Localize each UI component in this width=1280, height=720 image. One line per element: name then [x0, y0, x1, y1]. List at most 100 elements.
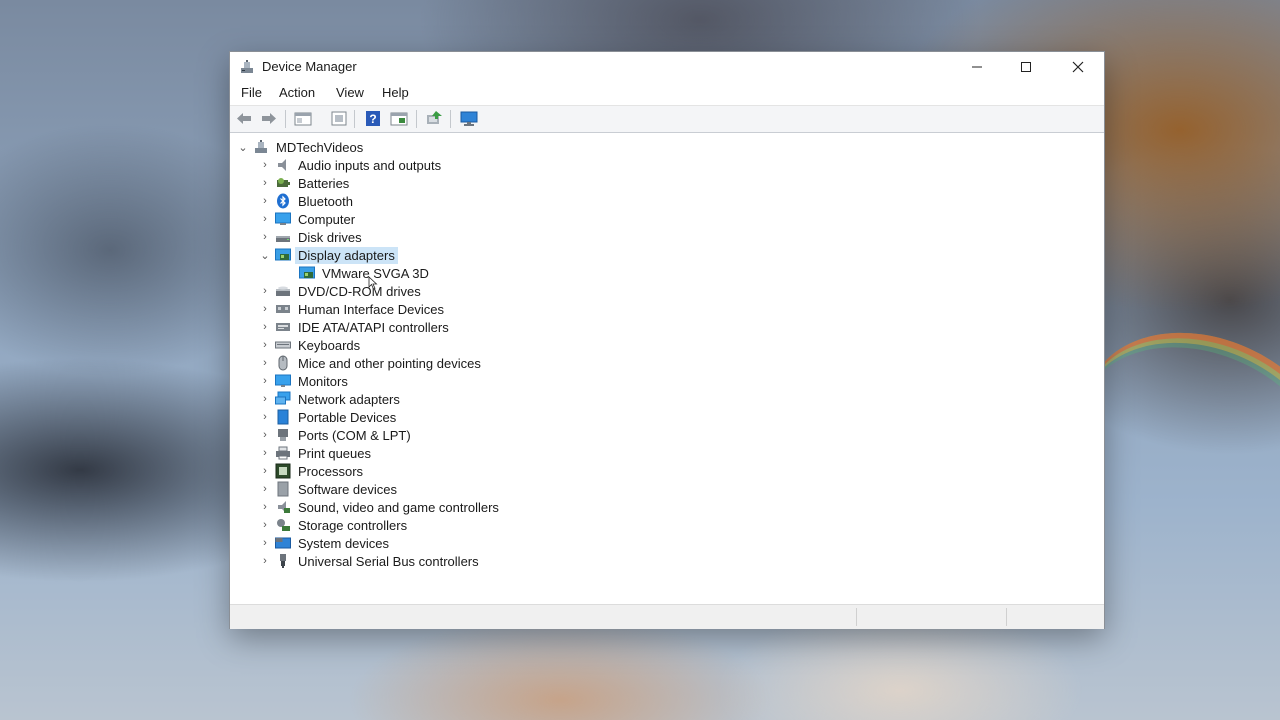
tree-item-label: Audio inputs and outputs	[298, 157, 442, 173]
tree-item-dvd[interactable]: › DVD/CD-ROM drives	[258, 282, 424, 300]
minimize-button[interactable]	[954, 52, 1000, 82]
monitor-scan-icon[interactable]	[460, 110, 478, 127]
chevron-right-icon[interactable]: ›	[258, 390, 272, 408]
chevron-right-icon[interactable]: ›	[258, 354, 272, 372]
mouse-cursor-icon	[368, 276, 378, 290]
keyboard-icon	[275, 341, 291, 349]
status-divider	[1006, 608, 1007, 626]
chevron-right-icon[interactable]: ›	[258, 210, 272, 228]
chevron-right-icon[interactable]: ›	[258, 444, 272, 462]
tree-item-label: Batteries	[298, 175, 350, 191]
properties-pane-icon[interactable]	[294, 110, 312, 127]
tree-root[interactable]: ⌄ MDTechVideos	[236, 138, 366, 156]
tree-item-batteries[interactable]: › Batteries	[258, 174, 352, 192]
tree-item-label: Portable Devices	[298, 409, 397, 425]
help-icon[interactable]: ?	[364, 110, 382, 127]
menu-help[interactable]: Help	[382, 85, 409, 100]
tree-item-audio[interactable]: › Audio inputs and outputs	[258, 156, 444, 174]
chevron-right-icon[interactable]: ›	[258, 192, 272, 210]
mouse-icon	[278, 355, 288, 371]
display-adapter-icon	[299, 266, 315, 279]
chevron-down-icon[interactable]: ⌄	[236, 138, 250, 156]
device-tree: ⌄ MDTechVideos › Audio inputs and output…	[232, 134, 1102, 604]
window-title: Device Manager	[262, 59, 357, 74]
close-icon	[1072, 61, 1084, 73]
tree-item-computer[interactable]: › Computer	[258, 210, 358, 228]
tree-item-storage[interactable]: › Storage controllers	[258, 516, 410, 534]
tree-item-label: Network adapters	[298, 391, 400, 407]
tree-item-label: Keyboards	[298, 337, 361, 353]
title-bar[interactable]: Device Manager	[230, 52, 1104, 82]
processor-icon	[275, 463, 291, 479]
menu-action[interactable]: Action	[279, 85, 315, 100]
toolbar-separator	[285, 110, 286, 128]
tree-item-hid[interactable]: › Human Interface Devices	[258, 300, 447, 318]
device-manager-icon	[241, 60, 253, 73]
tree-item-vmware-svga[interactable]: VMware SVGA 3D	[296, 264, 432, 282]
tree-item-label: Computer	[298, 211, 356, 227]
tree-item-print-queues[interactable]: › Print queues	[258, 444, 374, 462]
tree-item-sound[interactable]: › Sound, video and game controllers	[258, 498, 502, 516]
battery-icon	[277, 178, 290, 187]
chevron-right-icon[interactable]: ›	[258, 156, 272, 174]
chevron-right-icon[interactable]: ›	[258, 372, 272, 390]
chevron-right-icon[interactable]: ›	[258, 228, 272, 246]
chevron-right-icon[interactable]: ›	[258, 426, 272, 444]
tree-item-network[interactable]: › Network adapters	[258, 390, 403, 408]
tree-item-portable[interactable]: › Portable Devices	[258, 408, 399, 426]
tree-item-usb[interactable]: › Universal Serial Bus controllers	[258, 552, 482, 570]
chevron-down-icon[interactable]: ⌄	[258, 246, 272, 264]
tree-root-label: MDTechVideos	[276, 139, 364, 155]
tree-item-ports[interactable]: › Ports (COM & LPT)	[258, 426, 414, 444]
tree-item-keyboards[interactable]: › Keyboards	[258, 336, 363, 354]
close-button[interactable]	[1055, 52, 1101, 82]
speaker-icon	[278, 159, 286, 171]
tree-item-ide[interactable]: › IDE ATA/ATAPI controllers	[258, 318, 452, 336]
tree-item-bluetooth[interactable]: › Bluetooth	[258, 192, 356, 210]
menu-file[interactable]: File	[241, 85, 262, 100]
update-driver-icon[interactable]	[425, 110, 443, 127]
tree-item-system[interactable]: › System devices	[258, 534, 392, 552]
chevron-right-icon[interactable]: ›	[258, 498, 272, 516]
toolbar-separator	[450, 110, 451, 128]
device-manager-window: Device Manager File Action View Help ? ⌄…	[230, 52, 1104, 629]
chevron-right-icon[interactable]: ›	[258, 174, 272, 192]
back-icon[interactable]	[235, 110, 253, 127]
chevron-right-icon[interactable]: ›	[258, 282, 272, 300]
tree-item-label: Print queues	[298, 445, 371, 461]
tree-item-label: Sound, video and game controllers	[298, 499, 499, 515]
menu-view[interactable]: View	[336, 85, 364, 100]
tree-item-disk-drives[interactable]: › Disk drives	[258, 228, 365, 246]
system-devices-icon	[275, 537, 291, 549]
chevron-right-icon[interactable]: ›	[258, 300, 272, 318]
sound-controller-icon	[278, 501, 290, 513]
chevron-right-icon[interactable]: ›	[258, 516, 272, 534]
chevron-right-icon[interactable]: ›	[258, 408, 272, 426]
chevron-right-icon[interactable]: ›	[258, 462, 272, 480]
tree-item-display-adapters[interactable]: ⌄ Display adapters	[258, 246, 398, 264]
display-adapter-icon	[275, 248, 291, 261]
tree-item-software-devices[interactable]: › Software devices	[258, 480, 400, 498]
chevron-right-icon[interactable]: ›	[258, 318, 272, 336]
tree-item-monitors[interactable]: › Monitors	[258, 372, 351, 390]
toolbar-separator	[354, 110, 355, 128]
chevron-right-icon[interactable]: ›	[258, 336, 272, 354]
chevron-right-icon[interactable]: ›	[258, 552, 272, 570]
usb-icon	[280, 554, 286, 568]
toolbar-separator	[416, 110, 417, 128]
tree-item-mice[interactable]: › Mice and other pointing devices	[258, 354, 484, 372]
maximize-button[interactable]	[1003, 52, 1049, 82]
tree-item-label: Storage controllers	[298, 517, 408, 533]
device-view-icon[interactable]	[330, 110, 348, 127]
resources-view-icon[interactable]	[390, 110, 408, 127]
ide-controller-icon	[276, 323, 290, 331]
tree-item-processors[interactable]: › Processors	[258, 462, 366, 480]
maximize-icon	[1021, 62, 1031, 72]
tree-item-label: Disk drives	[298, 229, 362, 245]
chevron-right-icon[interactable]: ›	[258, 534, 272, 552]
tree-item-label: Mice and other pointing devices	[298, 355, 481, 371]
forward-icon[interactable]	[260, 110, 278, 127]
status-bar	[230, 604, 1104, 629]
tree-item-label: DVD/CD-ROM drives	[298, 283, 421, 299]
chevron-right-icon[interactable]: ›	[258, 480, 272, 498]
